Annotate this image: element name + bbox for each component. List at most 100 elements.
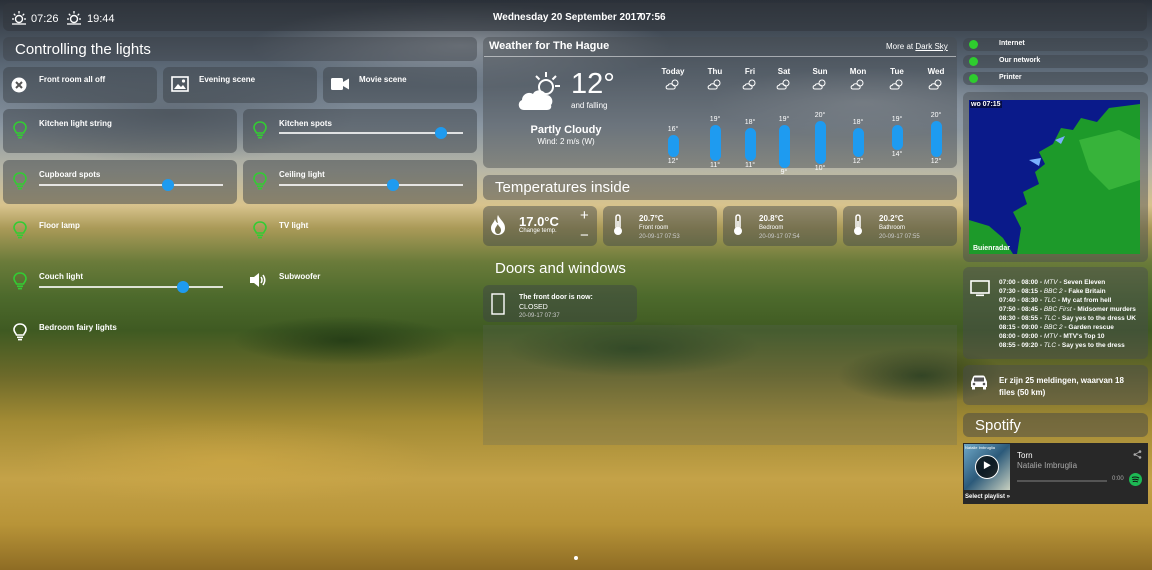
forecast-day: Today xyxy=(661,67,685,76)
tv-listing: 08:00 - 09:00 - MTV - MTV's Top 10 xyxy=(999,333,1105,340)
share-icon[interactable] xyxy=(1133,450,1142,459)
tv-show: MTV's Top 10 xyxy=(1063,333,1105,340)
dimmer-knob[interactable] xyxy=(176,281,189,293)
scene-label: Front room all off xyxy=(39,75,106,84)
thermometer-icon xyxy=(614,214,622,235)
tv-time: 07:50 - 08:45 xyxy=(999,306,1039,313)
bulb-on-icon xyxy=(13,272,27,290)
partly-cloudy-icon xyxy=(742,79,756,90)
bulb-off-icon xyxy=(13,323,27,341)
light-ceiling[interactable]: Ceiling light xyxy=(243,160,477,204)
track-artist: Natalie Imbruglia xyxy=(1017,461,1078,470)
tv-listing: 07:50 - 08:45 - BBC First - Midsomer mur… xyxy=(999,306,1136,313)
tv-listing: 07:40 - 08:30 - TLC - My cat from hell xyxy=(999,297,1112,304)
play-button[interactable] xyxy=(975,455,999,479)
top-bar: 07:26 19:44 Wednesday 20 September 2017 … xyxy=(3,3,1147,31)
forecast-high: 20° xyxy=(930,112,942,119)
partly-cloudy-icon xyxy=(850,79,864,90)
status-ok-icon xyxy=(969,74,978,83)
rain-radar-map[interactable]: wo 07:15 Buienradar xyxy=(969,100,1140,254)
light-label: Subwoofer xyxy=(279,272,321,281)
tv-channel: BBC 2 xyxy=(1043,324,1063,331)
tv-show: Say yes to the dress xyxy=(1061,342,1125,349)
track-title: Torn xyxy=(1017,451,1033,460)
thermostat[interactable]: 17.0°C Change temp. + − xyxy=(483,206,597,246)
forecast-day: Sun xyxy=(812,67,828,76)
thermostat-value: 17.0°C xyxy=(519,214,559,229)
dimmer-track[interactable] xyxy=(279,184,463,186)
tv-listing: 08:30 - 08:55 - TLC - Say yes to the dre… xyxy=(999,315,1136,322)
status-label: Our network xyxy=(999,57,1041,64)
tv-listing: 08:15 - 09:00 - BBC 2 - Garden rescue xyxy=(999,324,1114,331)
forecast-low: 10° xyxy=(814,165,826,172)
forecast-day: Sat xyxy=(777,67,791,76)
speaker-icon xyxy=(250,273,266,287)
scene-movie[interactable]: Movie scene xyxy=(323,67,477,103)
weather-divider xyxy=(484,56,956,57)
scene-label: Evening scene xyxy=(199,75,256,84)
light-label: TV light xyxy=(279,221,309,230)
select-playlist-link[interactable]: Select playlist » xyxy=(965,494,1010,500)
tv-channel: TLC xyxy=(1043,315,1057,322)
thermometer-icon xyxy=(734,214,742,235)
scene-front-room-off[interactable]: Front room all off xyxy=(3,67,157,103)
track-progress-bar[interactable] xyxy=(1017,480,1107,482)
light-tv[interactable]: TV light xyxy=(243,211,477,255)
temp-minus-button[interactable]: − xyxy=(580,227,589,244)
tv-icon xyxy=(970,280,990,297)
page-indicator-dot[interactable] xyxy=(574,556,578,560)
tv-channel: BBC First xyxy=(1043,306,1072,313)
thermostat-label: Change temp. xyxy=(519,228,557,234)
light-kitchen-spots[interactable]: Kitchen spots xyxy=(243,109,477,153)
tv-show: Say yes to the dress UK xyxy=(1061,315,1136,322)
forecast-high: 18° xyxy=(852,119,864,126)
bulb-on-icon xyxy=(253,172,267,190)
dark-sky-link[interactable]: Dark Sky xyxy=(915,42,947,51)
tv-time: 08:55 - 09:20 xyxy=(999,342,1039,349)
flame-icon xyxy=(491,215,505,235)
temp-trend: and falling xyxy=(571,101,608,110)
light-bedroom-fairy[interactable]: Bedroom fairy lights xyxy=(3,313,237,357)
partly-cloudy-icon xyxy=(928,79,942,90)
tv-show: Seven Eleven xyxy=(1063,279,1106,286)
forecast-range-bar xyxy=(744,128,756,161)
weather-title: Weather for The Hague xyxy=(489,40,610,52)
tv-time: 08:15 - 09:00 xyxy=(999,324,1039,331)
subwoofer-control[interactable]: Subwoofer xyxy=(243,262,477,306)
forecast-low: 11° xyxy=(709,161,721,169)
light-label: Ceiling light xyxy=(279,170,325,179)
light-kitchen-string[interactable]: Kitchen light string xyxy=(3,109,237,153)
tv-time: 07:30 - 08:15 xyxy=(999,288,1039,295)
tv-guide-list: 07:00 - 08:00 - MTV - Seven Eleven 07:30 … xyxy=(999,278,1136,350)
tv-listing: 07:00 - 08:00 - MTV - Seven Eleven xyxy=(999,279,1106,286)
forecast-low: 14° xyxy=(891,151,903,158)
bulb-on-icon xyxy=(13,172,27,190)
spotify-logo-icon xyxy=(1129,473,1142,486)
album-caption: Natalie Imbruglia xyxy=(965,445,996,450)
light-couch[interactable]: Couch light xyxy=(3,262,237,306)
temp-plus-button[interactable]: + xyxy=(580,207,589,224)
tv-time: 07:00 - 08:00 xyxy=(999,279,1039,286)
doors-area xyxy=(483,325,957,445)
forecast-high: 16° xyxy=(667,126,679,133)
light-cupboard-spots[interactable]: Cupboard spots xyxy=(3,160,237,204)
forecast-high: 19° xyxy=(778,115,790,123)
dimmer-knob[interactable] xyxy=(161,179,174,191)
dimmer-knob[interactable] xyxy=(387,179,400,191)
partly-cloudy-icon xyxy=(518,72,560,110)
tv-time: 08:00 - 09:00 xyxy=(999,333,1039,340)
light-label: Bedroom fairy lights xyxy=(39,323,117,332)
wind-info: Wind: 2 m/s (W) xyxy=(537,137,595,146)
sensor-name: Front room xyxy=(639,225,669,231)
tv-time: 07:40 - 08:30 xyxy=(999,297,1039,304)
tv-channel: MTV xyxy=(1043,333,1058,340)
dimmer-knob[interactable] xyxy=(434,127,447,139)
bulb-on-icon xyxy=(253,121,267,139)
scene-evening[interactable]: Evening scene xyxy=(163,67,317,103)
forecast-range-bar xyxy=(814,121,826,164)
dimmer-track[interactable] xyxy=(39,184,223,186)
status-internet: Internet xyxy=(963,38,1148,51)
light-floor-lamp[interactable]: Floor lamp xyxy=(3,211,237,255)
forecast-day: Fri xyxy=(744,67,756,76)
dimmer-track[interactable] xyxy=(39,286,223,288)
